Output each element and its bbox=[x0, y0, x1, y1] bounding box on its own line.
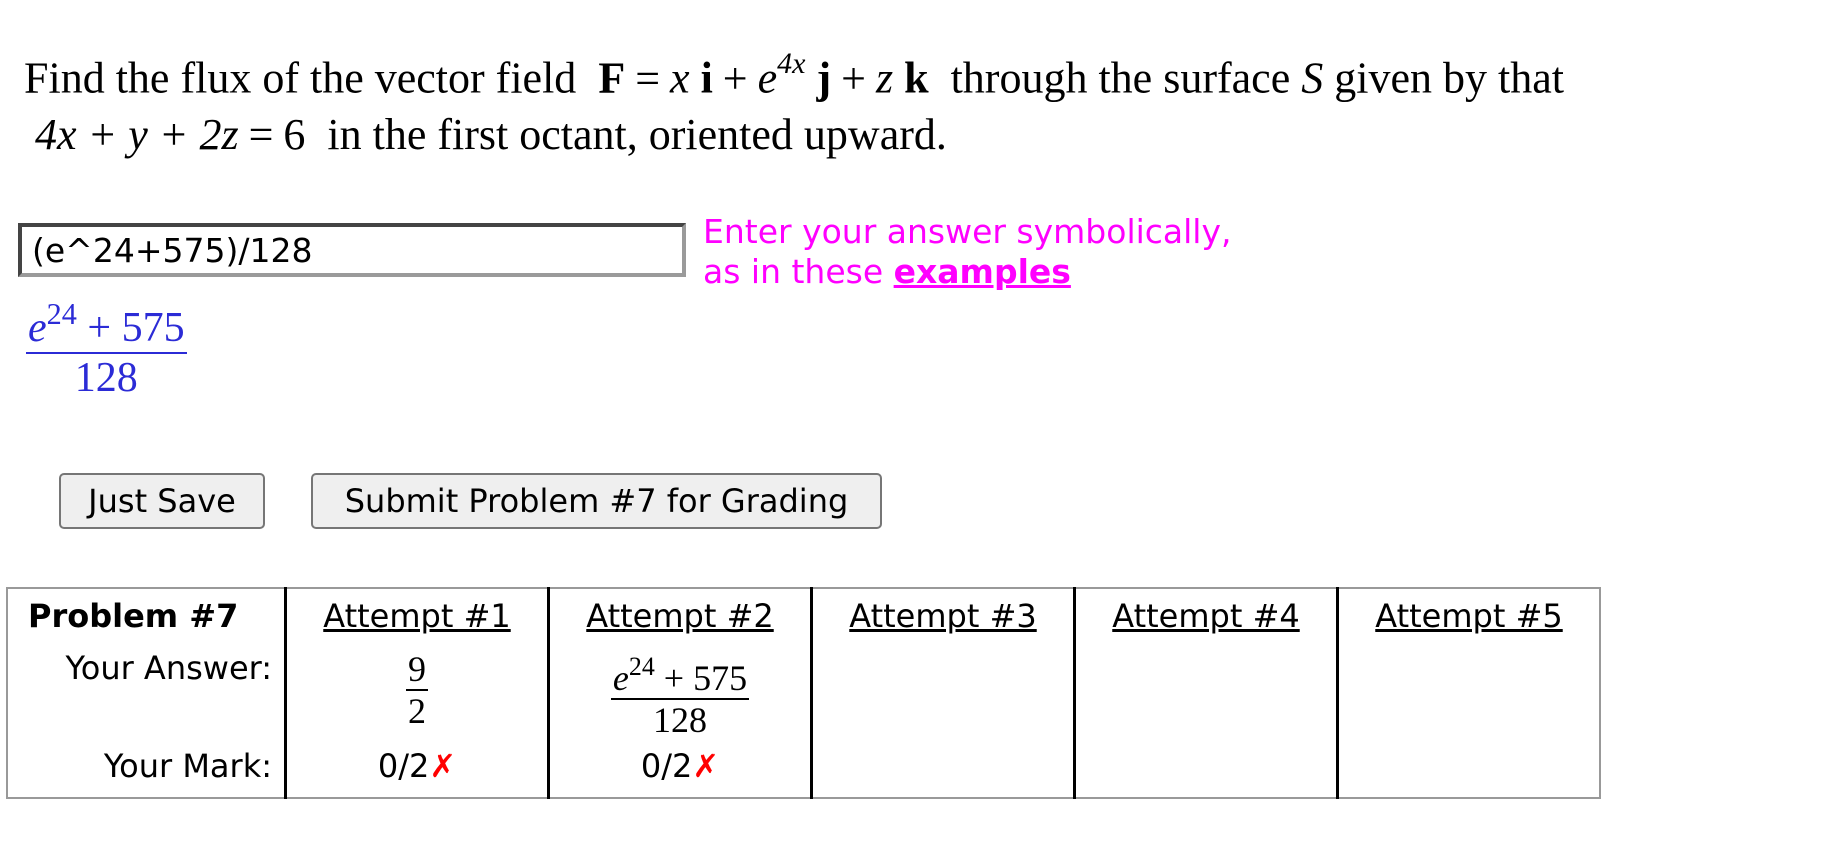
hint-prefix: as in these bbox=[703, 252, 894, 291]
attempt-5-mark bbox=[1336, 747, 1600, 798]
examples-link[interactable]: examples bbox=[894, 252, 1071, 291]
attempt-4-answer bbox=[1073, 649, 1338, 747]
your-answer-label: Your Answer: bbox=[65, 649, 272, 687]
attempt-1-link[interactable]: Attempt #1 bbox=[323, 597, 510, 635]
equals-sign: = bbox=[635, 53, 661, 103]
attempt-4-link[interactable]: Attempt #4 bbox=[1112, 597, 1299, 635]
answer-hint: Enter your answer symbolically, as in th… bbox=[703, 212, 1232, 292]
attempt-2-score: 0/2 bbox=[640, 747, 693, 785]
submit-for-grading-button[interactable]: Submit Problem #7 for Grading bbox=[311, 473, 882, 529]
plane-equation-lhs: 4x + y + 2z bbox=[35, 109, 239, 159]
var-z: z bbox=[875, 53, 894, 103]
plus-sign: + bbox=[841, 53, 866, 103]
question-text-part: in the first octant, oriented upward. bbox=[327, 109, 947, 159]
your-mark-label: Your Mark: bbox=[103, 747, 272, 785]
hint-line-1: Enter your answer symbolically, bbox=[703, 212, 1232, 251]
surface-S: S bbox=[1301, 53, 1324, 103]
unit-j: j bbox=[816, 53, 832, 103]
attempt-5-link[interactable]: Attempt #5 bbox=[1375, 597, 1562, 635]
attempt-2-fraction: e24 + 575 128 bbox=[610, 649, 750, 740]
attempt-1-mark: 0/2✗ bbox=[284, 747, 549, 798]
question-text-part: given by that bbox=[1334, 53, 1564, 103]
equals-sign: = bbox=[248, 109, 274, 159]
attempt-1-score: 0/2 bbox=[377, 747, 430, 785]
answer-input[interactable] bbox=[18, 223, 686, 277]
answer-preview: e24 + 575 128 bbox=[26, 292, 187, 402]
table-row-answers: Your Answer: 9 2 e24 + 575 128 bbox=[7, 649, 1600, 747]
plane-equation-rhs: 6 bbox=[283, 109, 306, 159]
preview-exponent: 24 bbox=[46, 297, 77, 331]
preview-rest: + 575 bbox=[76, 305, 185, 351]
attempts-table: Problem #7 Attempt #1 Attempt #2 Attempt… bbox=[6, 587, 1601, 799]
table-header-row: Problem #7 Attempt #1 Attempt #2 Attempt… bbox=[7, 588, 1600, 649]
attempt-2-link[interactable]: Attempt #2 bbox=[586, 597, 773, 635]
attempt-2-answer: e24 + 575 128 bbox=[547, 649, 812, 747]
just-save-button[interactable]: Just Save bbox=[59, 473, 265, 529]
question-text-part: through the surface bbox=[950, 53, 1291, 103]
question-text: Find the flux of the vector field F = x i +… bbox=[24, 40, 1814, 163]
question-text-part: Find the flux of the vector field bbox=[24, 53, 577, 103]
attempt-2-numerator: e24 + 575 bbox=[611, 649, 749, 698]
attempt-2-exponent: 24 bbox=[628, 652, 655, 681]
preview-base: e bbox=[28, 305, 47, 351]
attempt-header-4: Attempt #4 bbox=[1073, 588, 1338, 649]
attempt-header-5: Attempt #5 bbox=[1336, 588, 1600, 649]
attempt-2-denominator: 128 bbox=[652, 700, 707, 740]
attempt-1-numerator: 9 bbox=[408, 649, 426, 689]
question-line-1: Find the flux of the vector field F = x i +… bbox=[24, 40, 1814, 107]
attempt-2-rest: + 575 bbox=[654, 658, 748, 698]
vector-F: F bbox=[598, 53, 626, 103]
var-x: x bbox=[670, 53, 690, 103]
preview-denominator: 128 bbox=[74, 355, 138, 401]
exponent-4x: 4x bbox=[777, 47, 806, 80]
attempt-1-fraction: 9 2 bbox=[406, 649, 428, 731]
attempt-1-answer: 9 2 bbox=[284, 649, 549, 747]
preview-numerator: e24 + 575 bbox=[26, 292, 187, 352]
attempt-4-mark bbox=[1073, 747, 1338, 798]
attempt-header-3: Attempt #3 bbox=[810, 588, 1075, 649]
hint-line-2: as in these examples bbox=[703, 252, 1232, 292]
plus-sign: + bbox=[722, 53, 748, 103]
attempt-header-2: Attempt #2 bbox=[547, 588, 812, 649]
problem-label: Problem #7 bbox=[28, 597, 239, 635]
table-row-marks: Your Mark: 0/2✗ 0/2✗ bbox=[7, 747, 1600, 798]
wrong-x-icon: ✗ bbox=[429, 747, 457, 785]
unit-i: i bbox=[700, 53, 713, 103]
attempt-1-denominator: 2 bbox=[408, 691, 426, 731]
attempt-header-1: Attempt #1 bbox=[284, 588, 549, 649]
var-e: e bbox=[757, 53, 778, 103]
attempt-5-answer bbox=[1336, 649, 1600, 747]
attempt-3-answer bbox=[810, 649, 1075, 747]
unit-k: k bbox=[904, 53, 929, 103]
attempt-3-link[interactable]: Attempt #3 bbox=[849, 597, 1036, 635]
question-line-2: 4x + y + 2z = 6 in the first octant, orien… bbox=[24, 107, 1814, 163]
attempt-2-mark: 0/2✗ bbox=[547, 747, 812, 798]
attempt-2-base: e bbox=[612, 658, 629, 698]
attempt-3-mark bbox=[810, 747, 1075, 798]
wrong-x-icon: ✗ bbox=[692, 747, 720, 785]
